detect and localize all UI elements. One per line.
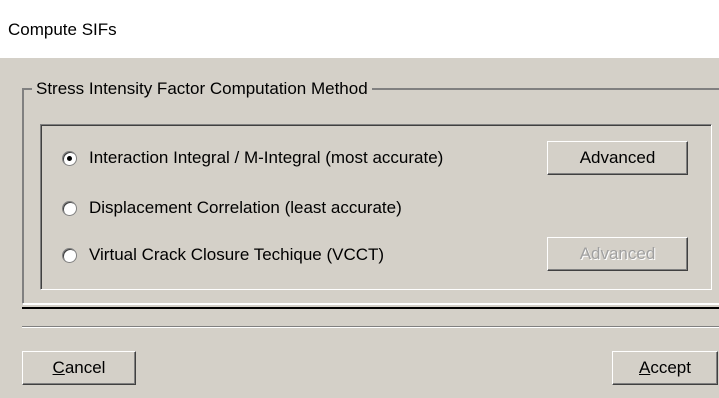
cancel-mnemonic: C [52, 358, 65, 377]
advanced-button-interaction-integral[interactable]: Advanced [547, 141, 688, 175]
window-title: Compute SIFs [8, 20, 117, 39]
separator-line-etched [22, 326, 719, 328]
advanced-button-vcct: Advanced [547, 237, 688, 271]
method-group-label: Stress Intensity Factor Computation Meth… [32, 79, 372, 99]
option-vcct[interactable]: Virtual Crack Closure Techique (VCCT) [62, 243, 384, 267]
separator-line [22, 307, 719, 309]
option-interaction-integral[interactable]: Interaction Integral / M-Integral (most … [62, 146, 443, 170]
radio-interaction-integral[interactable] [62, 150, 77, 166]
accept-label-rest: ccept [650, 358, 691, 377]
option-displacement-correlation[interactable]: Displacement Correlation (least accurate… [62, 196, 402, 220]
option-vcct-label[interactable]: Virtual Crack Closure Techique (VCCT) [89, 245, 384, 265]
cancel-button[interactable]: Cancel [22, 351, 136, 385]
option-interaction-integral-label[interactable]: Interaction Integral / M-Integral (most … [89, 148, 443, 168]
radio-vcct[interactable] [62, 247, 77, 263]
accept-button[interactable]: Accept [612, 351, 718, 385]
title-bar: Compute SIFs [0, 0, 719, 58]
cancel-label-rest: ancel [64, 358, 106, 377]
option-displacement-correlation-label[interactable]: Displacement Correlation (least accurate… [89, 198, 402, 218]
accept-mnemonic: A [639, 358, 651, 377]
radio-displacement-correlation[interactable] [62, 200, 77, 216]
